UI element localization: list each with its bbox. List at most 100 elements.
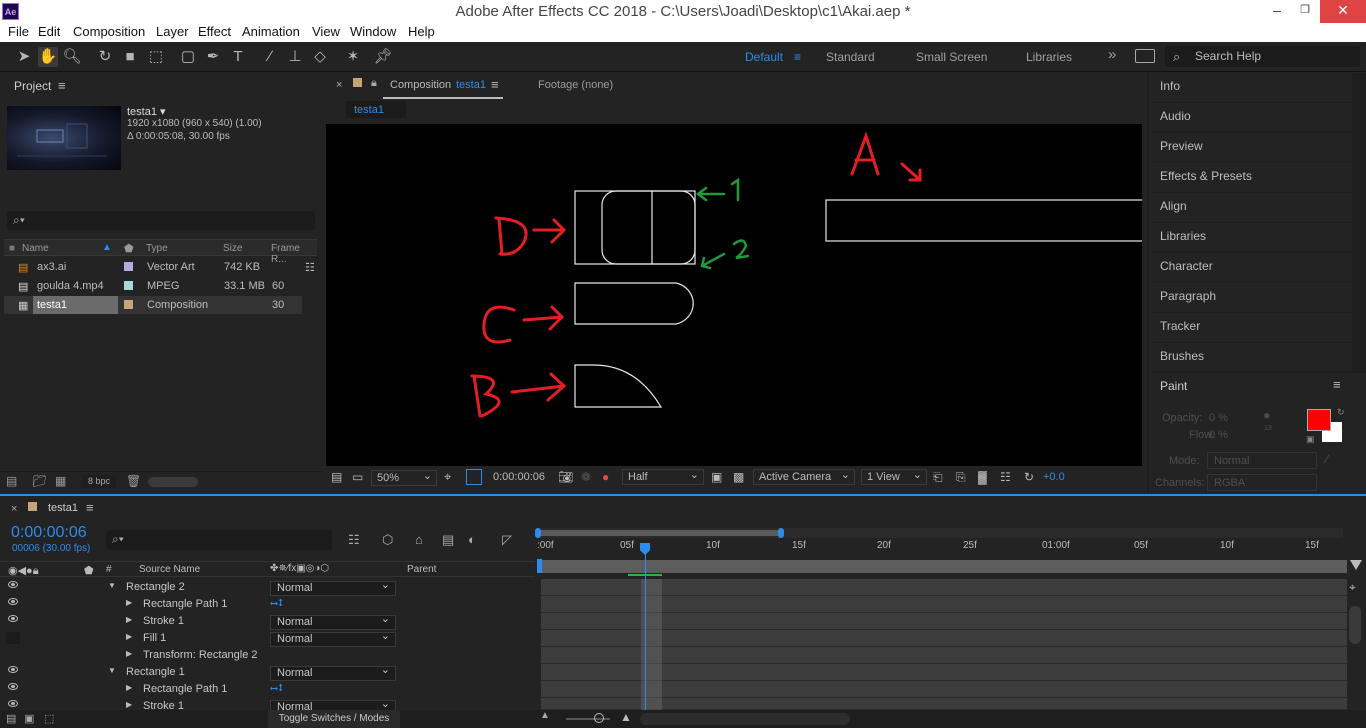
- comp-end-marker-icon[interactable]: [1350, 560, 1362, 570]
- composition-viewer[interactable]: [326, 124, 1145, 466]
- layer-name[interactable]: Rectangle Path 1: [143, 683, 227, 695]
- more-workspaces-icon[interactable]: »: [1108, 46, 1116, 63]
- menu-composition[interactable]: Composition: [73, 24, 145, 39]
- blend-mode-select[interactable]: Normal: [270, 579, 396, 596]
- expand-triangle-icon[interactable]: ▶: [126, 700, 132, 709]
- camera-select[interactable]: Active Camera ⌄: [753, 469, 855, 485]
- panel-brushes[interactable]: Brushes: [1149, 343, 1352, 372]
- menu-window[interactable]: Window: [350, 24, 396, 39]
- column-size[interactable]: Size: [223, 243, 242, 254]
- minimize-button[interactable]: –: [1262, 0, 1292, 23]
- layer-name[interactable]: Fill 1: [143, 632, 166, 644]
- layer-row[interactable]: ▶ Rectangle Path 1 ⭤⭥: [0, 681, 535, 698]
- puppet-pin-tool-icon[interactable]: 📌︎: [373, 47, 393, 67]
- toggle-pixel-aspect-icon[interactable]: ⎗: [933, 470, 943, 485]
- monitor-icon[interactable]: ▭: [352, 470, 363, 484]
- pen-tool-icon[interactable]: ✒: [203, 47, 223, 67]
- expand-triangle-icon[interactable]: ▶: [126, 615, 132, 624]
- av-features-icon[interactable]: ◉◀●🔒︎: [8, 564, 39, 578]
- panel-menu-icon[interactable]: ≡: [491, 77, 499, 92]
- menu-file[interactable]: File: [8, 24, 29, 39]
- timeline-timecode[interactable]: 0:00:00:06: [11, 524, 87, 542]
- layer-row[interactable]: ▶ Stroke 1 Normal: [0, 613, 535, 630]
- expand-triangle-icon[interactable]: ▼: [108, 666, 116, 675]
- panel-preview[interactable]: Preview: [1149, 133, 1352, 162]
- layer-switches-pane-icon[interactable]: ▤: [6, 712, 16, 725]
- panel-menu-icon[interactable]: ≡: [1333, 377, 1341, 392]
- panel-effects-presets[interactable]: Effects & Presets: [1149, 163, 1352, 192]
- view-layout-select[interactable]: 1 View ⌄: [861, 469, 927, 485]
- close-panel-icon[interactable]: ×: [11, 503, 17, 515]
- expand-triangle-icon[interactable]: ▶: [126, 683, 132, 692]
- panel-align[interactable]: Align: [1149, 193, 1352, 222]
- maximize-button[interactable]: ❐: [1290, 0, 1320, 23]
- draft-3d-icon[interactable]: ⬡: [382, 532, 393, 548]
- project-panel-title[interactable]: Project: [14, 79, 51, 93]
- work-area-range[interactable]: [537, 530, 781, 536]
- opacity-value[interactable]: 0 %: [1209, 412, 1228, 424]
- zoom-tool-icon[interactable]: 🔍︎: [62, 47, 82, 67]
- panel-tracker[interactable]: Tracker: [1149, 313, 1352, 342]
- vertical-scrollbar[interactable]: [1349, 606, 1361, 644]
- blend-mode-select[interactable]: Normal: [270, 613, 396, 630]
- always-preview-icon[interactable]: ▤: [331, 470, 342, 484]
- eyedropper-icon[interactable]: ∕: [1326, 452, 1328, 466]
- close-window-button[interactable]: ✕: [1320, 0, 1366, 23]
- composition-tab-name[interactable]: testa1: [456, 79, 486, 91]
- layer-name[interactable]: Transform: Rectangle 2: [143, 649, 258, 661]
- foreground-color-swatch[interactable]: [1307, 409, 1331, 431]
- navigator-icon[interactable]: ⌖: [1349, 580, 1356, 595]
- delete-icon[interactable]: 🗑︎: [126, 474, 141, 488]
- project-row-testa1[interactable]: ▦ testa1 Composition 30: [4, 296, 302, 314]
- blend-mode-select[interactable]: Normal: [270, 630, 396, 647]
- path-direction-icon[interactable]: ⭤⭥: [270, 683, 306, 694]
- panel-character[interactable]: Character: [1149, 253, 1352, 282]
- modes-pane-icon[interactable]: ▣: [24, 712, 34, 725]
- layer-name[interactable]: Stroke 1: [143, 615, 184, 627]
- layer-row[interactable]: ▶ Transform: Rectangle 2: [0, 647, 535, 664]
- expand-triangle-icon[interactable]: ▶: [126, 598, 132, 607]
- horizontal-scrollbar[interactable]: [640, 713, 850, 725]
- frame-blending-icon[interactable]: ▤: [442, 532, 454, 548]
- source-name-header[interactable]: Source Name: [139, 564, 200, 575]
- timeline-search-input[interactable]: ⌕▾: [106, 530, 332, 550]
- zoom-out-icon[interactable]: ▲: [540, 710, 550, 721]
- swap-colors-icon[interactable]: ↻: [1337, 407, 1345, 418]
- exposure-value[interactable]: +0.0: [1043, 471, 1065, 483]
- paint-panel-title[interactable]: Paint: [1160, 379, 1187, 393]
- timeline-icon[interactable]: ▓: [978, 470, 987, 484]
- expand-triangle-icon[interactable]: ▶: [126, 649, 132, 658]
- interpret-footage-icon[interactable]: ▤: [6, 474, 17, 488]
- work-area-end-handle[interactable]: [778, 528, 784, 538]
- type-tool-icon[interactable]: T: [228, 47, 248, 67]
- menu-animation[interactable]: Animation: [242, 24, 300, 39]
- path-direction-icon[interactable]: ⭤⭥: [270, 598, 306, 609]
- lock-icon[interactable]: 🔒︎: [371, 77, 377, 90]
- graph-editor-icon[interactable]: ◸: [502, 532, 512, 548]
- panel-audio[interactable]: Audio: [1149, 103, 1352, 132]
- time-ruler[interactable]: :00f 05f 10f 15f 20f 25f 01:00f 05f 10f …: [537, 540, 1347, 558]
- eye-icon[interactable]: [8, 700, 18, 707]
- reset-exposure-icon[interactable]: ↻: [1024, 470, 1034, 484]
- channels-icon[interactable]: ●: [602, 470, 609, 484]
- panel-menu-icon[interactable]: ≡: [86, 500, 94, 515]
- expand-triangle-icon[interactable]: ▼: [108, 581, 116, 590]
- work-area-bar[interactable]: [535, 528, 1343, 538]
- shy-layers-icon[interactable]: ⌂: [415, 532, 423, 547]
- menu-help[interactable]: Help: [408, 24, 435, 39]
- layer-name[interactable]: Rectangle 1: [126, 666, 185, 678]
- menu-view[interactable]: View: [312, 24, 340, 39]
- layer-row[interactable]: ▶ Fill 1 Normal: [0, 630, 535, 647]
- panel-paragraph[interactable]: Paragraph: [1149, 283, 1352, 312]
- region-of-interest-icon[interactable]: ▣: [711, 470, 722, 484]
- layer-name[interactable]: Rectangle 2: [126, 581, 185, 593]
- hand-tool-icon[interactable]: ✋: [38, 47, 58, 67]
- zoom-in-icon[interactable]: ▲: [620, 710, 632, 724]
- eye-icon[interactable]: [8, 683, 18, 690]
- transparency-grid-icon[interactable]: ▩: [733, 470, 744, 484]
- comp-mini-flowchart-icon[interactable]: ☷: [348, 532, 360, 548]
- search-help-input[interactable]: ⌕ Search Help: [1165, 46, 1360, 67]
- toggle-switches-modes-button[interactable]: Toggle Switches / Modes: [268, 710, 400, 728]
- show-snapshot-icon[interactable]: ❁: [581, 470, 591, 484]
- label-column-icon[interactable]: ■: [9, 243, 15, 254]
